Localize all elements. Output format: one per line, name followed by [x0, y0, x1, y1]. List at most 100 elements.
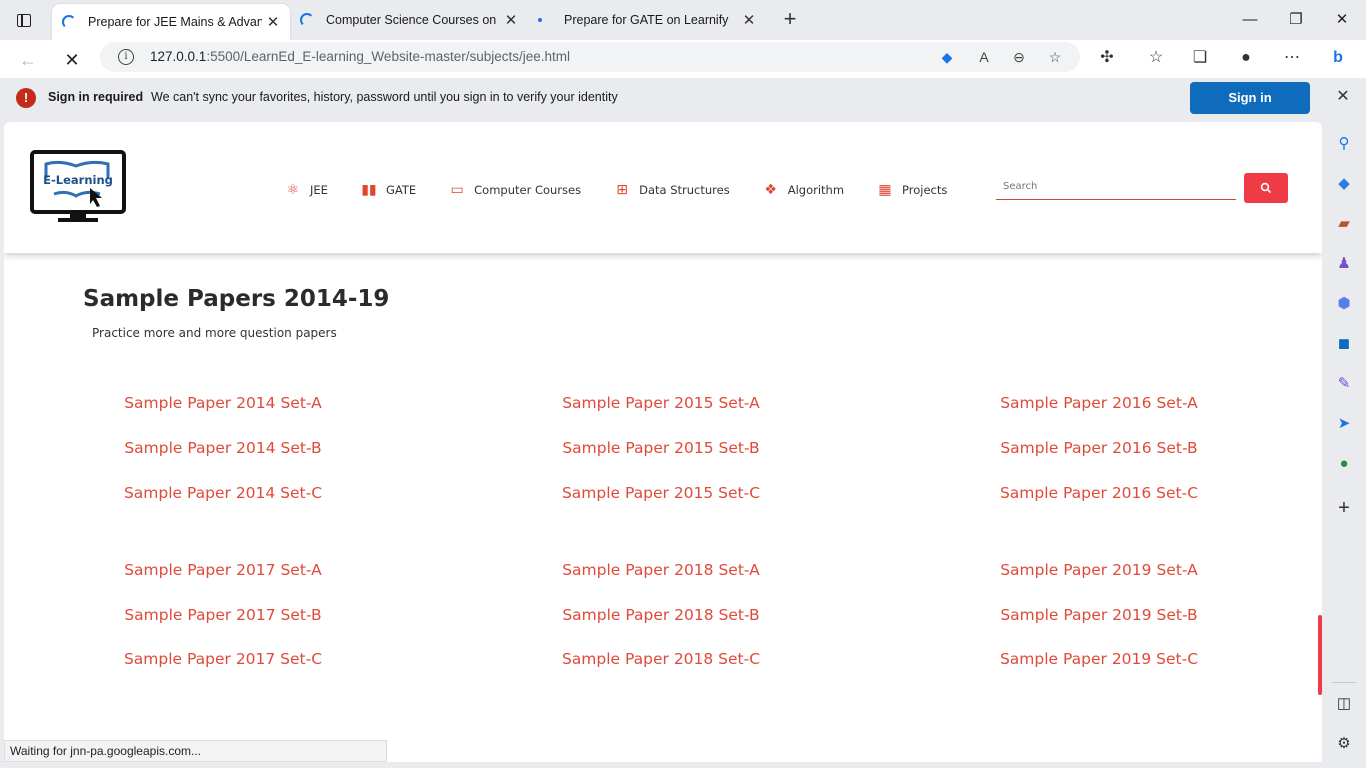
extensions-icon[interactable]: ✣: [1094, 45, 1120, 71]
loading-spinner-icon: [62, 15, 76, 29]
close-tab-icon[interactable]: ✕: [738, 11, 760, 29]
settings-gear-icon[interactable]: ⚙: [1334, 734, 1354, 754]
sample-paper-link[interactable]: Sample Paper 2016 Set-C: [1000, 484, 1198, 502]
page-viewport: E-Learning ⚛ JEE ▮▮ GATE ▭ Computer Cour…: [4, 122, 1322, 762]
address-bar[interactable]: i 127.0.0.1:5500/LearnEd_E-learning_Webs…: [100, 42, 1080, 72]
page-subtitle: Practice more and more question papers: [92, 326, 337, 340]
nav-label: Data Structures: [639, 183, 730, 197]
sample-paper-link[interactable]: Sample Paper 2014 Set-B: [124, 439, 321, 457]
sample-paper-link[interactable]: Sample Paper 2015 Set-B: [562, 439, 759, 457]
sample-paper-link[interactable]: Sample Paper 2015 Set-A: [562, 394, 760, 412]
sample-paper-link[interactable]: Sample Paper 2014 Set-A: [124, 394, 322, 412]
nav-projects[interactable]: ▦ Projects: [876, 182, 947, 198]
designer-icon[interactable]: ✎: [1334, 374, 1354, 394]
shopping-tag-icon[interactable]: ◆: [1334, 174, 1354, 194]
sidebar-divider: [1332, 682, 1356, 683]
loading-spinner-icon: [300, 13, 314, 27]
search-icon[interactable]: ⚲: [1334, 134, 1354, 154]
address-url[interactable]: 127.0.0.1:5500/LearnEd_E-learning_Websit…: [150, 49, 570, 64]
nav-label: Computer Courses: [474, 183, 582, 197]
status-bar: Waiting for jnn-pa.googleapis.com...: [4, 740, 387, 762]
sample-paper-link[interactable]: Sample Paper 2018 Set-C: [562, 650, 760, 668]
sample-paper-link[interactable]: Sample Paper 2018 Set-B: [562, 606, 759, 624]
nav-computer-courses[interactable]: ▭ Computer Courses: [448, 182, 582, 198]
tab-jee[interactable]: Prepare for JEE Mains & Advanced ✕: [52, 4, 290, 40]
book-icon: ▮▮: [361, 182, 377, 198]
sample-paper-link[interactable]: Sample Paper 2019 Set-C: [1000, 650, 1198, 668]
add-icon[interactable]: +: [1334, 498, 1354, 518]
tab-label: Prepare for GATE on Learnify: [564, 13, 729, 27]
tab-computer-science[interactable]: Computer Science Courses on Le ✕: [290, 4, 528, 36]
new-tab-button[interactable]: +: [778, 8, 802, 32]
laptop-icon: ▭: [450, 182, 464, 198]
more-menu-icon[interactable]: ⋯: [1279, 45, 1305, 71]
zoom-out-icon[interactable]: ⊖: [1009, 47, 1029, 67]
sample-paper-link[interactable]: Sample Paper 2017 Set-B: [124, 606, 321, 624]
tools-icon[interactable]: ▰: [1334, 214, 1354, 234]
nav-label: JEE: [310, 183, 328, 197]
svg-text:E-Learning: E-Learning: [43, 173, 113, 187]
outlook-icon[interactable]: ◼: [1334, 334, 1354, 354]
e-learning-logo[interactable]: E-Learning: [30, 150, 126, 226]
sample-paper-link[interactable]: Sample Paper 2016 Set-A: [1000, 394, 1198, 412]
cubes-icon: ❖: [764, 182, 777, 198]
add-favorite-icon[interactable]: ☆: [1045, 47, 1065, 67]
infobar-title: Sign in required: [48, 90, 144, 104]
nav-label: Algorithm: [787, 183, 845, 197]
edge-sidebar: ⚲ ◆ ▰ ♟ ⬢ ◼ ✎ ➤ ● + ◫ ⚙: [1322, 122, 1366, 768]
minimize-icon[interactable]: —: [1238, 8, 1262, 32]
stop-loading-icon[interactable]: ✕: [58, 46, 86, 74]
site-info-icon[interactable]: i: [118, 49, 134, 65]
back-arrow-icon[interactable]: ←: [14, 46, 42, 74]
shopping-tag-icon[interactable]: ◆: [937, 47, 957, 67]
error-icon: !: [16, 88, 36, 108]
nav-gate[interactable]: ▮▮ GATE: [360, 182, 416, 198]
search-button[interactable]: [1244, 173, 1288, 203]
collections-icon[interactable]: ❏: [1187, 45, 1213, 71]
page-title: Sample Papers 2014-19: [83, 286, 390, 312]
infobar-message: We can't sync your favorites, history, p…: [151, 90, 618, 104]
search-field: [996, 174, 1236, 200]
favorites-icon[interactable]: ☆: [1143, 45, 1169, 71]
sample-paper-link[interactable]: Sample Paper 2019 Set-B: [1000, 606, 1197, 624]
close-tab-icon[interactable]: ✕: [500, 11, 522, 29]
close-window-icon[interactable]: ✕: [1330, 8, 1354, 32]
restore-icon[interactable]: ❐: [1284, 8, 1308, 32]
sample-paper-link[interactable]: Sample Paper 2018 Set-A: [562, 561, 760, 579]
nav-data-structures[interactable]: ⊞ Data Structures: [613, 182, 730, 198]
nav-algorithm[interactable]: ❖ Algorithm: [762, 182, 844, 198]
microsoft-365-icon[interactable]: ⬢: [1334, 294, 1354, 314]
tab-label: Prepare for JEE Mains & Advanced: [88, 15, 262, 29]
site-nav: ⚛ JEE ▮▮ GATE ▭ Computer Courses ⊞ Data …: [284, 182, 979, 198]
split-view-icon[interactable]: ◫: [1334, 694, 1354, 714]
games-icon[interactable]: ♟: [1334, 254, 1354, 274]
profile-avatar-icon[interactable]: ●: [1233, 45, 1259, 71]
sample-paper-link[interactable]: Sample Paper 2017 Set-A: [124, 561, 322, 579]
send-icon[interactable]: ➤: [1334, 414, 1354, 434]
sample-paper-link[interactable]: Sample Paper 2014 Set-C: [124, 484, 322, 502]
browser-toolbar: ← ✕ i 127.0.0.1:5500/LearnEd_E-learning_…: [0, 40, 1366, 78]
sample-paper-link[interactable]: Sample Paper 2016 Set-B: [1000, 439, 1197, 457]
nav-label: GATE: [385, 183, 417, 197]
tree-icon[interactable]: ●: [1334, 454, 1354, 474]
tab-actions-icon[interactable]: [10, 10, 38, 30]
sample-paper-link[interactable]: Sample Paper 2019 Set-A: [1000, 561, 1198, 579]
tab-label: Computer Science Courses on Le: [326, 13, 500, 27]
close-infobar-icon[interactable]: ✕: [1332, 86, 1354, 108]
tab-strip: Prepare for JEE Mains & Advanced ✕ Compu…: [0, 0, 1366, 40]
search-input[interactable]: [996, 174, 1236, 198]
nav-jee[interactable]: ⚛ JEE: [284, 182, 328, 198]
atom-icon: ⚛: [286, 182, 300, 198]
sample-paper-link[interactable]: Sample Paper 2017 Set-C: [124, 650, 322, 668]
search-icon: [1260, 182, 1272, 194]
copilot-icon[interactable]: b: [1325, 45, 1351, 71]
sitemap-icon: ⊞: [616, 182, 628, 198]
read-aloud-icon[interactable]: A: [974, 47, 994, 67]
close-tab-icon[interactable]: ✕: [262, 13, 284, 31]
sign-in-infobar: ! Sign in required We can't sync your fa…: [0, 78, 1366, 118]
sign-in-button[interactable]: Sign in: [1190, 82, 1310, 114]
sample-paper-link[interactable]: Sample Paper 2015 Set-C: [562, 484, 760, 502]
site-header: E-Learning ⚛ JEE ▮▮ GATE ▭ Computer Cour…: [4, 122, 1322, 253]
tab-gate[interactable]: Prepare for GATE on Learnify ✕: [528, 4, 766, 36]
tab-favicon-icon: [538, 18, 542, 22]
